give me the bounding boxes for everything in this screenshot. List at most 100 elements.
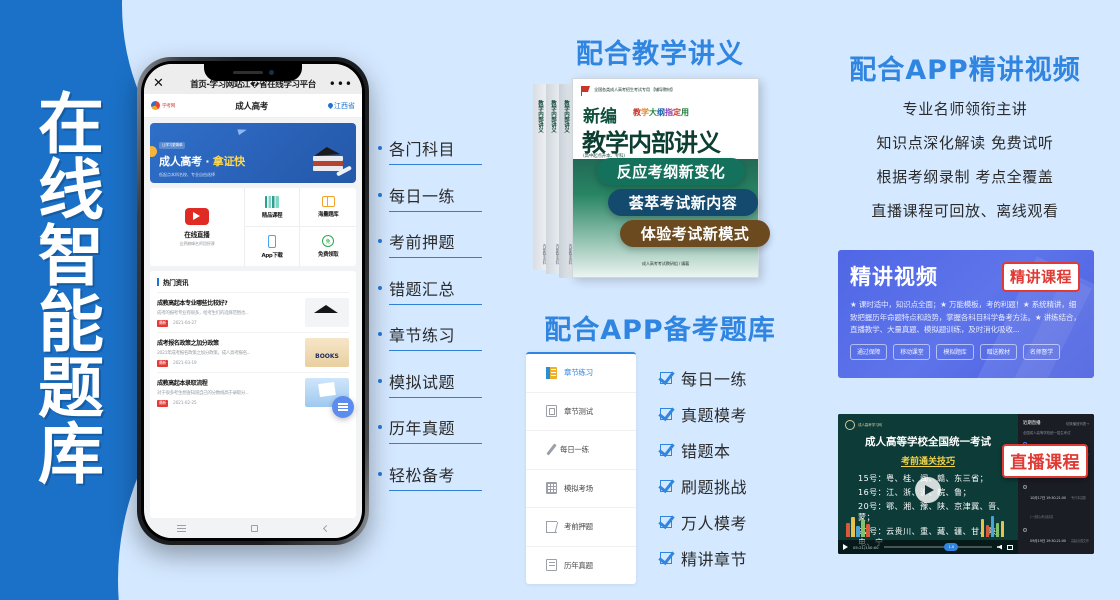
live-video-player[interactable]: 成人高考学习网 成人高等学校全国统一考试 考前通关技巧 15号：粤、桂、闽、赣、… [838,414,1018,554]
check-label: 真题模考 [681,406,748,425]
nav-cell-label: 免费领取 [318,252,339,258]
phone-bezel: ✕ 首页-学习网站江�省在线学习平台 ••• 学考网 成人高考 江西省 让学习更… [141,61,365,541]
nav-cell-courses[interactable]: 精品课程 [244,188,301,227]
video-card-tag[interactable]: 移动课堂 [893,343,931,360]
live-card-stamp-badge: 直播课程 [1002,444,1088,478]
nav-cell-app-download[interactable]: App下载 [245,227,301,266]
video-progress-track[interactable]: 1.0 [883,542,992,551]
banner-subtext: 低起点本科名校、专业自由选择 [159,172,215,177]
feature-pill-1: 反应考纲新变化 [597,158,745,185]
episode-text: 10月17日 19:30-21:00 专升本高数(一)核心考点精讲 [1030,484,1089,522]
books-stack-icon [546,520,557,533]
bullet-item: 章节练习 [378,322,486,351]
title-char: 在 [38,86,104,163]
feature-pill-2: 荟萃考试新内容 [608,189,758,216]
playlist-episode[interactable]: 09月19日 19:30-21:00 高起点语文作文高分技巧、真... [1023,527,1089,554]
question-bank-icon [321,196,335,207]
nav-cell-question-bank[interactable]: 海量题库 [300,188,356,227]
front-camera-icon [268,70,274,75]
qb-menu-item-chapter-practice[interactable]: 章节练习 [526,354,636,393]
location-selector[interactable]: 江西省 [326,101,355,111]
playlist-title: 近期直播 [1023,421,1041,426]
volume-icon[interactable] [997,544,1002,550]
live-course-card[interactable]: 成人高考学习网 成人高等学校全国统一考试 考前通关技巧 15号：粤、桂、闽、赣、… [838,414,1094,554]
bullet-underline [389,257,482,258]
check-label: 万人模考 [681,514,748,533]
news-item-body: 成教高起本录取流程 对于很多考生想查知道自己的分数线高于录取分... 最新 20… [157,378,299,407]
playlist-episode[interactable]: 10月17日 19:30-21:00 专升本高数(一)核心考点精讲 [1023,484,1089,522]
news-date: 2021-04-27 [173,320,197,326]
video-feature-lines: 专业名师领衔主讲 知识点深化解读 免费试听 根据考纲录制 考点全覆盖 直播课程可… [820,98,1110,234]
bullet-underline [389,303,482,305]
bullet-dot-icon [378,378,382,383]
chapter-practice-icon [546,366,557,379]
back-chevron-icon[interactable] [323,524,331,532]
live-slide-subtitle: 考前通关技巧 [900,457,955,467]
news-badge: 最新 [157,399,168,407]
bullet-underline [389,489,482,491]
news-list-item[interactable]: 成教高起本专业哪些比较好? 成考的报考专业有很多，给考生们的选择范围也... 最… [157,292,349,332]
phone-icon [268,234,277,248]
qb-menu-item-daily-practice[interactable]: 每日一练 [526,431,636,470]
nav-cell-free-claim[interactable]: 免 免费领取 [300,227,356,266]
phone-notch [204,64,302,81]
grid-exam-icon [546,482,557,495]
feature-pill-3: 体验考试新模式 [620,220,770,247]
checkmark-icon [660,408,672,420]
qb-menu-item-past-papers[interactable]: 历年真题 [526,547,636,585]
news-item-meta: 最新 2021-03-19 [157,359,299,367]
video-card-tag[interactable]: 模拟题库 [936,343,974,360]
bullet-underline [389,396,482,398]
bullet-underline [389,350,482,351]
nav-live-streaming[interactable]: 在线直播 业界巅峰名师团授课 [150,188,245,266]
check-item: 刷题挑战 [660,468,790,504]
news-item-title: 成考报名政策之加分政策 [157,340,219,347]
news-item-desc: 成考的报考专业有很多，给考生们的选择范围也... [157,310,249,316]
play-pause-icon[interactable] [843,544,848,550]
menu-icon[interactable] [176,527,186,529]
home-square-icon[interactable] [251,524,259,532]
video-card-tag[interactable]: 通过保障 [850,343,888,360]
news-list-item[interactable]: 成考报名政策之加分政策 2021年成考报名政策之加分政策，成人高考报名... 最… [157,332,349,372]
qb-menu-item-mock-exam[interactable]: 模拟考场 [526,470,636,508]
chapter-test-icon [546,405,557,418]
episode-title: 10月17日 19:30-21:00 [1030,496,1066,501]
bullet-underline [389,443,482,444]
section-title-video-lectures: 配合APP精讲视频 [849,55,1081,86]
section-accent-bar [157,278,159,286]
news-list-item[interactable]: 成教高起本录取流程 对于很多考生想查知道自己的分数线高于录取分... 最新 20… [157,372,349,412]
bullet-item: 考前押题 [378,229,486,258]
android-nav-bar [144,518,362,538]
video-feature-line: 根据考纲录制 考点全覆盖 [876,168,1054,186]
play-button-icon[interactable] [915,476,941,503]
video-speed-badge[interactable]: 1.0 [944,542,959,551]
video-course-card[interactable]: 精讲视频 精讲课程 ★ 课时适中，知识点全面；★ 万能模板，考的利题！★ 系统精… [838,250,1094,378]
check-item: 真题模考 [660,396,790,432]
promo-banner[interactable]: 让学习更简单 成人高考 · 拿证快 低起点本科名校、专业自由选择 正规学历、学信… [150,123,356,183]
playlist-switch-link[interactable]: 切换播放列表→ [1066,421,1089,426]
episode-bullet-icon [1023,528,1027,533]
book-spine-title: 教学内部讲义 [563,100,569,133]
colorrun-char: 指 [665,108,673,117]
check-label: 每日一练 [681,370,748,389]
video-feature-line: 知识点深化解读 免费试听 [876,134,1054,152]
bullet-dot-icon [378,332,382,336]
video-feature-line: 直播课程可回放、离线观看 [871,202,1059,220]
video-control-bar[interactable]: 05:21/150:00 1.0 [838,540,1018,554]
qb-menu-item-chapter-test[interactable]: 章节测试 [526,393,636,431]
check-label: 刷题挑战 [681,478,748,497]
qb-menu-item-predicted-questions[interactable]: 考前押题 [526,508,636,547]
qb-menu-label: 章节测试 [564,406,593,416]
location-label: 江西省 [334,101,355,110]
phone-screen: ✕ 首页-学习网站江�省在线学习平台 ••• 学考网 成人高考 江西省 让学习更… [144,64,362,538]
colorrun-char: 大 [649,108,657,117]
feature-bullet-list: 各门科目 每日一练 考前押题 错题汇总 章节练习 模拟试题 历年真题 轻松备考 [378,136,486,508]
bookshelf-decoration-right [980,516,1004,537]
check-item: 每日一练 [660,360,790,396]
menu-fab-icon[interactable] [332,396,354,418]
colorrun-char: 纲 [657,108,665,117]
fullscreen-icon[interactable] [1007,544,1013,550]
location-pin-icon [326,101,335,110]
question-bank-menu-panel: 章节练习 章节测试 每日一练 模拟考场 考前押题 历年真题 [526,352,636,584]
section-title-question-bank: 配合APP备考题库 [544,315,776,346]
